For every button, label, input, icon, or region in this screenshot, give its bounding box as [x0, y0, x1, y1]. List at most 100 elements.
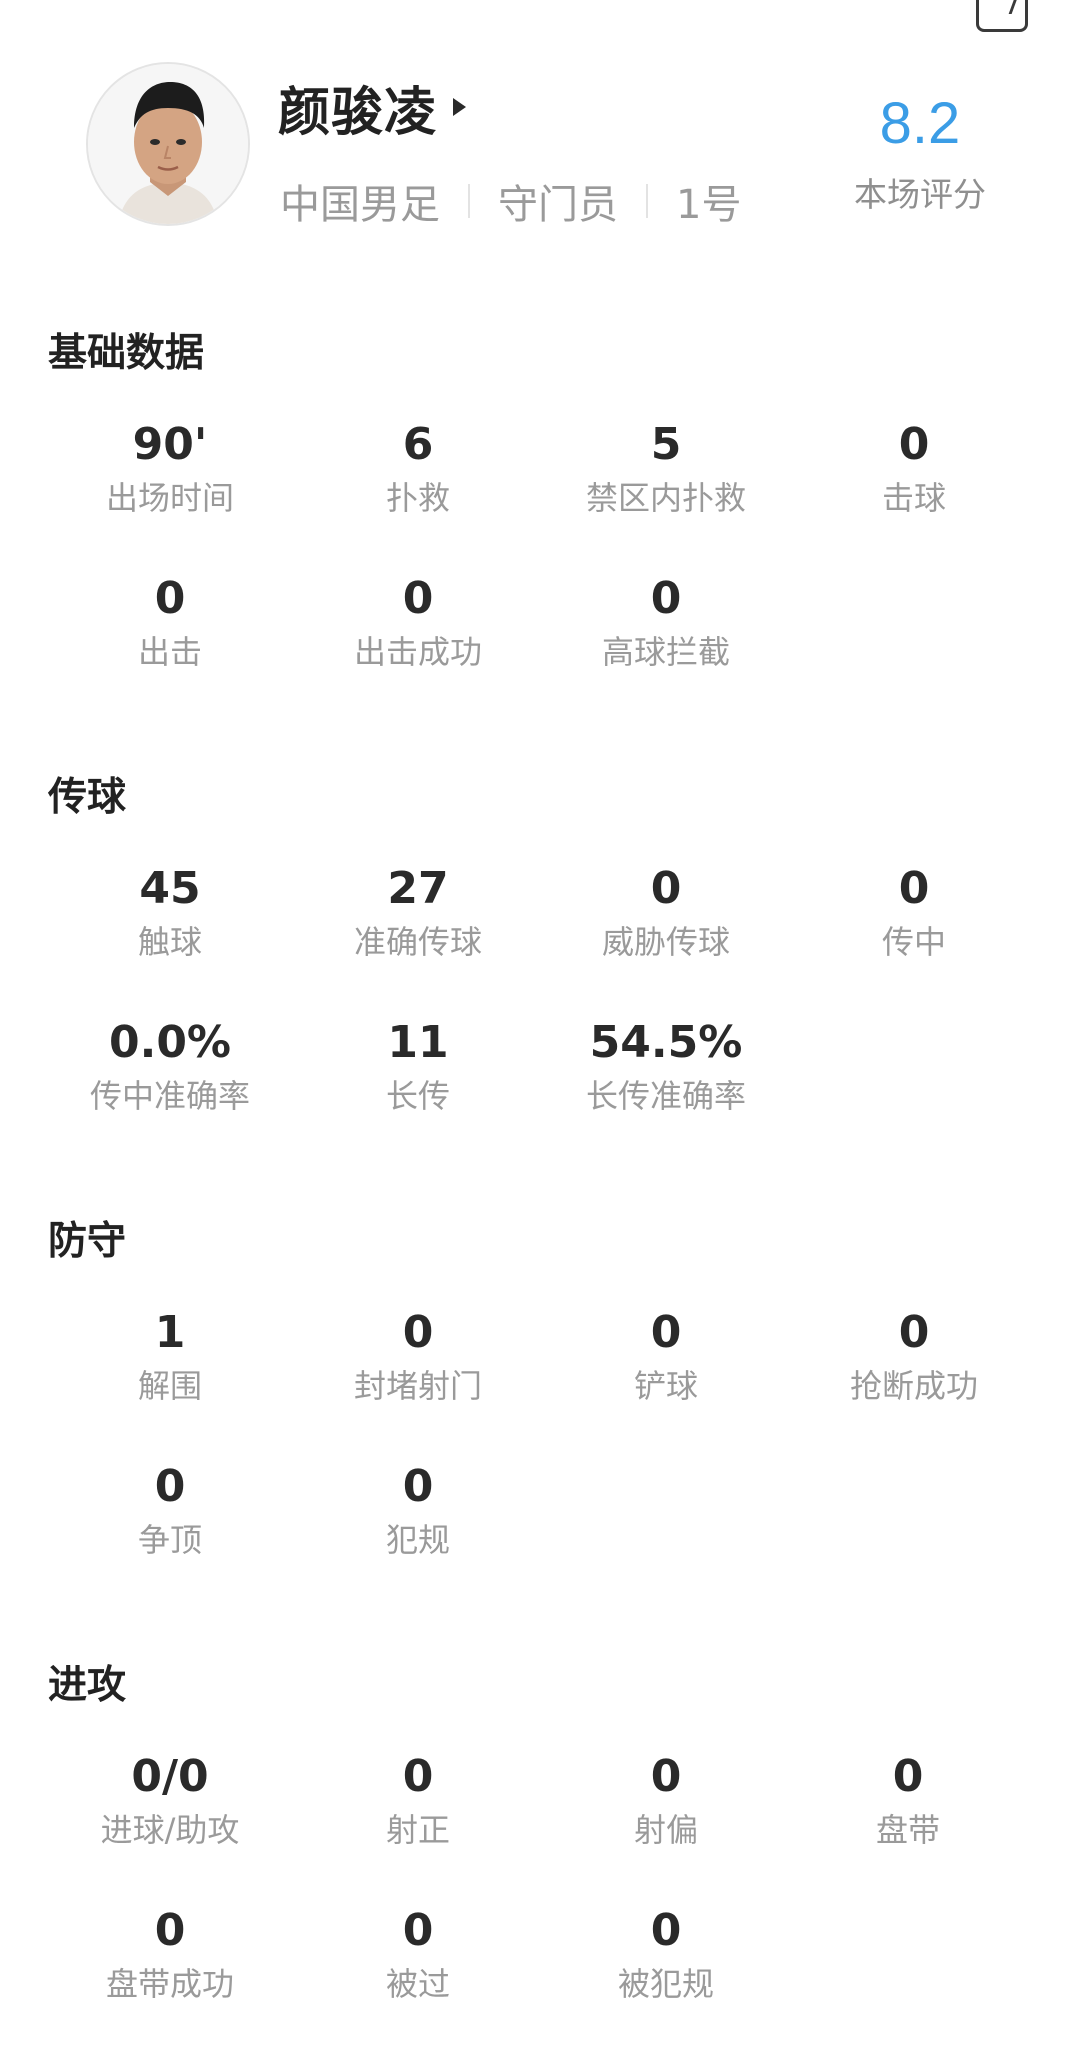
stat-label: 出场时间 [105, 479, 234, 517]
stat-label: 出击 [137, 633, 202, 671]
stat-item: 5 禁区内扑救 [541, 418, 791, 520]
stat-value: 5 [650, 419, 682, 470]
stat-value: 0 [650, 1307, 682, 1358]
player-name[interactable]: 颜骏凌 [278, 70, 437, 145]
stat-value: 0 [898, 419, 930, 470]
meta-divider [646, 184, 648, 218]
stat-item: 11 长传 [293, 1016, 543, 1118]
stat-label: 解围 [137, 1367, 202, 1405]
stat-label: 传中准确率 [89, 1077, 250, 1115]
stat-item: 0 击球 [789, 418, 1039, 520]
stat-label: 禁区内扑救 [585, 479, 746, 517]
rating-value: 8.2 [879, 91, 961, 156]
stat-item: 0/0 进球/助攻 [45, 1750, 295, 1852]
player-header: 颜骏凌 中国男足 守门员 1号 8.2 本场评分 [0, 0, 1080, 260]
stat-item: 0 射偏 [541, 1750, 791, 1852]
stat-label: 进球/助攻 [100, 1811, 240, 1849]
stat-value: 6 [402, 419, 434, 470]
stat-label: 盘带 [875, 1811, 940, 1849]
stat-item: 27 准确传球 [293, 862, 543, 964]
stat-item: 0 犯规 [293, 1460, 543, 1562]
stat-item: 0 争顶 [45, 1460, 295, 1562]
stat-value: 0 [892, 1751, 924, 1802]
stat-label: 出击成功 [353, 633, 482, 671]
stat-value: 90' [132, 419, 208, 470]
stat-label: 被犯规 [617, 1965, 714, 2003]
stat-value: 0 [402, 573, 434, 624]
stat-item: 0.0% 传中准确率 [45, 1016, 295, 1118]
section-title: 防守 [48, 1219, 127, 1264]
stat-label: 抢断成功 [849, 1367, 978, 1405]
stat-item: 0 盘带成功 [45, 1904, 295, 2006]
stat-item: 0 封堵射门 [293, 1306, 543, 1408]
stat-item: 0 高球拦截 [541, 572, 791, 674]
stat-label: 威胁传球 [601, 923, 730, 961]
stat-label: 射偏 [633, 1811, 698, 1849]
stat-value: 54.5% [589, 1017, 743, 1068]
stat-label: 扑救 [385, 479, 450, 517]
section-title: 进攻 [48, 1663, 127, 1708]
stat-label: 盘带成功 [105, 1965, 234, 2003]
stat-item: 6 扑救 [293, 418, 543, 520]
stat-label: 封堵射门 [353, 1367, 482, 1405]
stat-label: 长传 [385, 1077, 450, 1115]
stat-value: 0 [402, 1461, 434, 1512]
arrow-right-icon[interactable] [453, 98, 467, 116]
stat-label: 争顶 [137, 1521, 202, 1559]
stat-label: 击球 [881, 479, 946, 517]
meta-divider [468, 184, 470, 218]
stat-value: 0 [650, 863, 682, 914]
stat-item: 54.5% 长传准确率 [541, 1016, 791, 1118]
stat-value: 27 [387, 863, 449, 914]
stat-item: 0 出击 [45, 572, 295, 674]
stat-label: 高球拦截 [601, 633, 730, 671]
stat-item: 0 被犯规 [541, 1904, 791, 2006]
stat-item: 0 盘带 [783, 1750, 1033, 1852]
stat-item: 90' 出场时间 [45, 418, 295, 520]
stat-label: 射正 [385, 1811, 450, 1849]
stat-label: 长传准确率 [585, 1077, 746, 1115]
stat-item: 1 解围 [45, 1306, 295, 1408]
stat-label: 铲球 [633, 1367, 698, 1405]
player-number: 1号 [676, 182, 742, 228]
stat-value: 11 [387, 1017, 449, 1068]
stat-item: 0 射正 [293, 1750, 543, 1852]
player-name-row[interactable]: 颜骏凌 [278, 70, 467, 145]
stat-label: 准确传球 [353, 923, 482, 961]
stat-value: 0 [154, 573, 186, 624]
stat-value: 0 [402, 1307, 434, 1358]
stat-item: 0 出击成功 [293, 572, 543, 674]
section-title: 传球 [48, 775, 127, 820]
section-title: 基础数据 [48, 331, 205, 376]
stat-value: 0 [154, 1905, 186, 1956]
stat-value: 0 [898, 863, 930, 914]
stat-value: 1 [154, 1307, 186, 1358]
stat-label: 传中 [881, 923, 946, 961]
stat-value: 0 [898, 1307, 930, 1358]
stat-value: 0 [650, 1905, 682, 1956]
stat-value: 0 [650, 1751, 682, 1802]
stat-value: 0.0% [108, 1017, 232, 1068]
stat-value: 0 [650, 573, 682, 624]
stat-item: 0 被过 [293, 1904, 543, 2006]
stat-label: 被过 [385, 1965, 450, 2003]
match-rating: 8.2 本场评分 [820, 88, 1020, 216]
stat-item: 45 触球 [45, 862, 295, 964]
stat-label: 触球 [137, 923, 202, 961]
stat-label: 犯规 [385, 1521, 450, 1559]
stat-item: 0 威胁传球 [541, 862, 791, 964]
rating-label: 本场评分 [854, 175, 986, 214]
player-portrait-icon [88, 64, 248, 224]
stat-item: 0 抢断成功 [789, 1306, 1039, 1408]
stat-item: 0 传中 [789, 862, 1039, 964]
player-position: 守门员 [498, 182, 618, 228]
player-avatar[interactable] [86, 62, 250, 226]
stat-value: 0/0 [131, 1751, 209, 1802]
stat-value: 0 [402, 1751, 434, 1802]
stat-value: 45 [139, 863, 201, 914]
stat-value: 0 [154, 1461, 186, 1512]
player-team[interactable]: 中国男足 [280, 172, 440, 230]
stat-value: 0 [402, 1905, 434, 1956]
player-meta: 中国男足 守门员 1号 [280, 172, 741, 230]
stat-item: 0 铲球 [541, 1306, 791, 1408]
